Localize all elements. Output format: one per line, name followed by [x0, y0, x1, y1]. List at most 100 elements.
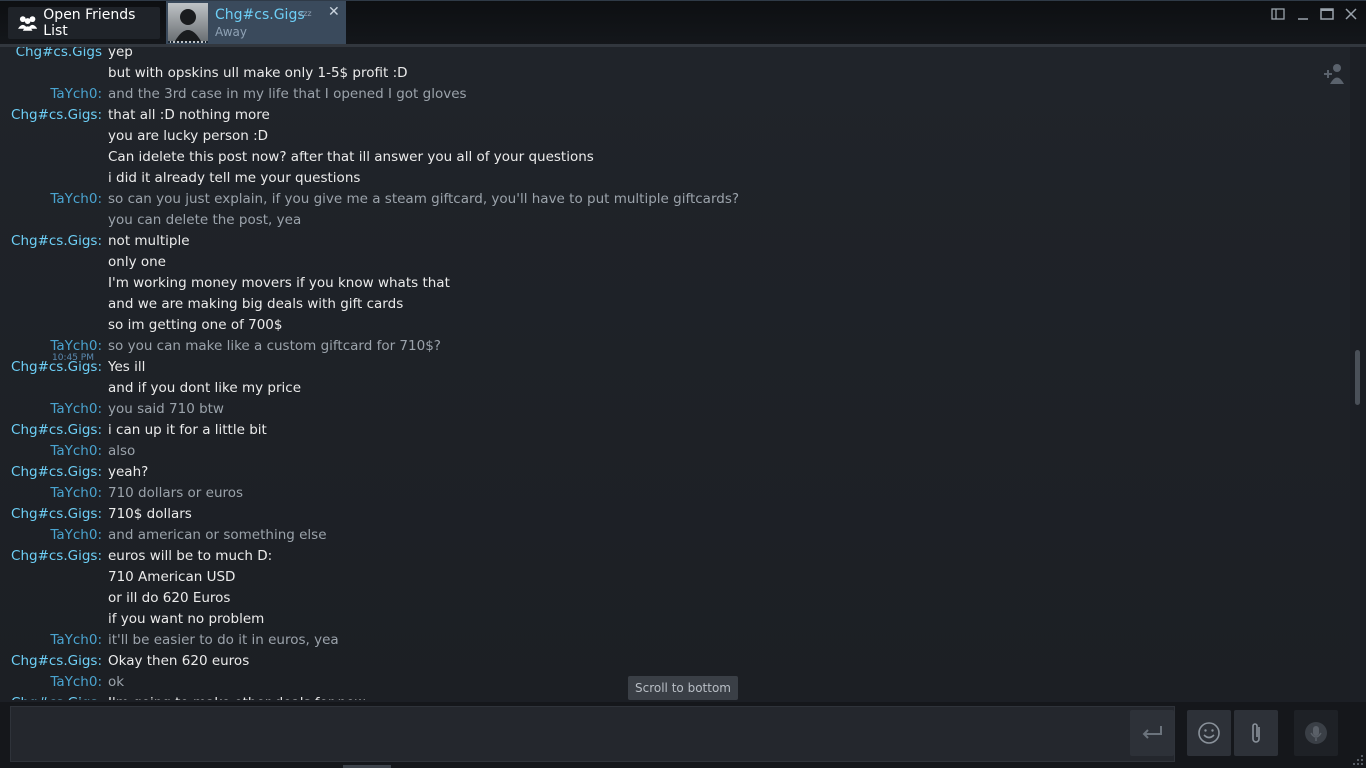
send-enter-icon	[1142, 726, 1162, 739]
away-sleep-icon: zzz	[299, 9, 312, 18]
message-text: you can delete the post, yea	[108, 212, 302, 228]
message-text: 710$ dollars	[108, 506, 192, 522]
voice-chat-button[interactable]	[1294, 710, 1338, 756]
message-sender[interactable]: TaYch0:	[50, 84, 102, 105]
friends-button-label: Open Friends List	[43, 7, 136, 39]
message-text: 710 dollars or euros	[108, 485, 244, 501]
chat-message: but with opskins ull make only 1-5$ prof…	[0, 63, 1100, 84]
chat-message: TaYch0: it'll be easier to do it in euros…	[0, 630, 1100, 651]
message-sender[interactable]: Chg#cs.Gigs:	[11, 651, 102, 672]
voice-chat-icon	[1305, 722, 1327, 744]
message-text: that all :D nothing more	[108, 107, 270, 123]
message-text: i did it already tell me your questions	[108, 170, 361, 186]
message-text: so can you just explain, if you give me …	[108, 191, 740, 207]
message-sender[interactable]: TaYch0:	[50, 483, 102, 504]
message-text: you are lucky person :D	[108, 128, 269, 144]
message-sender[interactable]: Chg#cs.Gigs:	[11, 231, 102, 252]
message-text: also	[108, 443, 136, 459]
message-text: so you can make like a custom giftcard f…	[108, 338, 441, 354]
chat-message: if you want no problem	[0, 609, 1100, 630]
message-sender[interactable]: Chg#cs.Gigs:	[11, 462, 102, 483]
scrollbar-thumb[interactable]	[1355, 350, 1360, 405]
maximize-icon[interactable]	[1320, 7, 1334, 21]
emoticon-button[interactable]	[1187, 710, 1231, 756]
message-sender[interactable]: Chg#cs.Gigs:	[11, 105, 102, 126]
chat-message: Chg#cs.Gigs: Okay then 620 euros	[0, 651, 1100, 672]
message-text: and if you dont like my price	[108, 380, 302, 396]
message-sender[interactable]: TaYch0:	[50, 672, 102, 693]
chat-message: and if you dont like my price	[0, 378, 1100, 399]
chat-message: Chg#cs.Gigs yep	[0, 47, 1100, 63]
message-text: 710 American USD	[108, 569, 236, 585]
message-sender[interactable]: TaYch0:	[50, 336, 102, 357]
message-sender[interactable]: Chg#cs.Gigs:	[11, 504, 102, 525]
message-sender[interactable]: Chg#cs.Gigs:	[11, 546, 102, 567]
message-text: so im getting one of 700$	[108, 317, 283, 333]
resize-grip-icon[interactable]	[1352, 754, 1364, 766]
chat-message: you are lucky person :D	[0, 126, 1100, 147]
chat-message: or ill do 620 Euros	[0, 588, 1100, 609]
message-text: if you want no problem	[108, 611, 265, 627]
chat-message: TaYch0: so you can make like a custom gif…	[0, 336, 1100, 357]
message-sender[interactable]: TaYch0:	[50, 525, 102, 546]
close-tab-icon[interactable]: ✕	[328, 4, 340, 20]
message-text: and the 3rd case in my life that I opene…	[108, 86, 467, 102]
message-sender[interactable]: Chg#cs.Gigs:	[11, 357, 102, 378]
message-text: only one	[108, 254, 166, 270]
chat-log[interactable]: 10:45 PM Chg#cs.Gigs yep but with opskins …	[0, 47, 1350, 700]
chat-message: Chg#cs.Gigs: that all :D nothing more	[0, 105, 1100, 126]
chat-window: Open Friends List Chg#cs.Gigs zzz Away ✕	[0, 0, 1366, 768]
message-sender[interactable]: TaYch0:	[50, 441, 102, 462]
chat-message: TaYch0: ok	[0, 672, 1100, 693]
message-sender[interactable]: TaYch0:	[50, 399, 102, 420]
message-text: or ill do 620 Euros	[108, 590, 231, 606]
message-sender[interactable]: Chg#cs.Gigs	[16, 47, 102, 63]
chat-message: Chg#cs.Gigs: not multiple	[0, 231, 1100, 252]
minimize-icon[interactable]	[1296, 7, 1310, 21]
message-text: you said 710 btw	[108, 401, 224, 417]
friends-group-icon	[18, 16, 38, 31]
open-friends-list-button[interactable]: Open Friends List	[8, 7, 160, 39]
message-text: i can up it for a little bit	[108, 422, 267, 438]
chat-message: Chg#cs.Gigs: euros will be to much D:	[0, 546, 1100, 567]
popout-icon[interactable]	[1271, 7, 1285, 21]
paperclip-icon	[1252, 723, 1260, 743]
message-text: euros will be to much D:	[108, 548, 273, 564]
message-text: yep	[108, 47, 133, 60]
chat-message: TaYch0: and american or something else	[0, 525, 1100, 546]
chat-message: Can idelete this post now? after that il…	[0, 147, 1100, 168]
chat-message: so im getting one of 700$	[0, 315, 1100, 336]
message-text: yeah?	[108, 464, 149, 480]
message-text: Yes ill	[108, 359, 146, 375]
message-text: Okay then 620 euros	[108, 653, 250, 669]
chat-message: 710 American USD	[0, 567, 1100, 588]
message-text: I'm working money movers if you know wha…	[108, 275, 450, 291]
chat-tab[interactable]: Chg#cs.Gigs zzz Away ✕	[166, 1, 346, 45]
message-text: and american or something else	[108, 527, 327, 543]
chat-message: and we are making big deals with gift ca…	[0, 294, 1100, 315]
message-text: ok	[108, 674, 125, 690]
close-window-icon[interactable]	[1344, 7, 1358, 21]
chat-message: you can delete the post, yea	[0, 210, 1100, 231]
message-sender[interactable]: Chg#cs.Gigs:	[11, 420, 102, 441]
avatar	[168, 3, 208, 43]
send-button[interactable]	[1130, 710, 1174, 756]
attach-button[interactable]	[1234, 710, 1278, 756]
message-text: but with opskins ull make only 1-5$ prof…	[108, 65, 408, 81]
message-text: I'm going to make other deals for now	[108, 693, 366, 700]
input-area	[0, 702, 1366, 768]
message-sender[interactable]: TaYch0:	[50, 189, 102, 210]
tab-friend-name: Chg#cs.Gigs	[215, 7, 305, 23]
message-text: not multiple	[108, 233, 190, 249]
message-text: Can idelete this post now? after that il…	[108, 149, 594, 165]
scroll-to-bottom-button[interactable]: Scroll to bottom	[628, 676, 738, 700]
add-friend-icon[interactable]	[1322, 62, 1346, 86]
chat-message: TaYch0: 710 dollars or euros	[0, 483, 1100, 504]
chat-message: I'm working money movers if you know wha…	[0, 273, 1100, 294]
chat-message: Chg#cs.Gigs: Yes ill	[0, 357, 1100, 378]
chat-message: i did it already tell me your questions	[0, 168, 1100, 189]
message-sender[interactable]: TaYch0:	[50, 630, 102, 651]
message-sender[interactable]: Chg#cs.Gigs:	[11, 693, 102, 700]
message-input[interactable]	[10, 706, 1175, 762]
chat-message: TaYch0: you said 710 btw	[0, 399, 1100, 420]
